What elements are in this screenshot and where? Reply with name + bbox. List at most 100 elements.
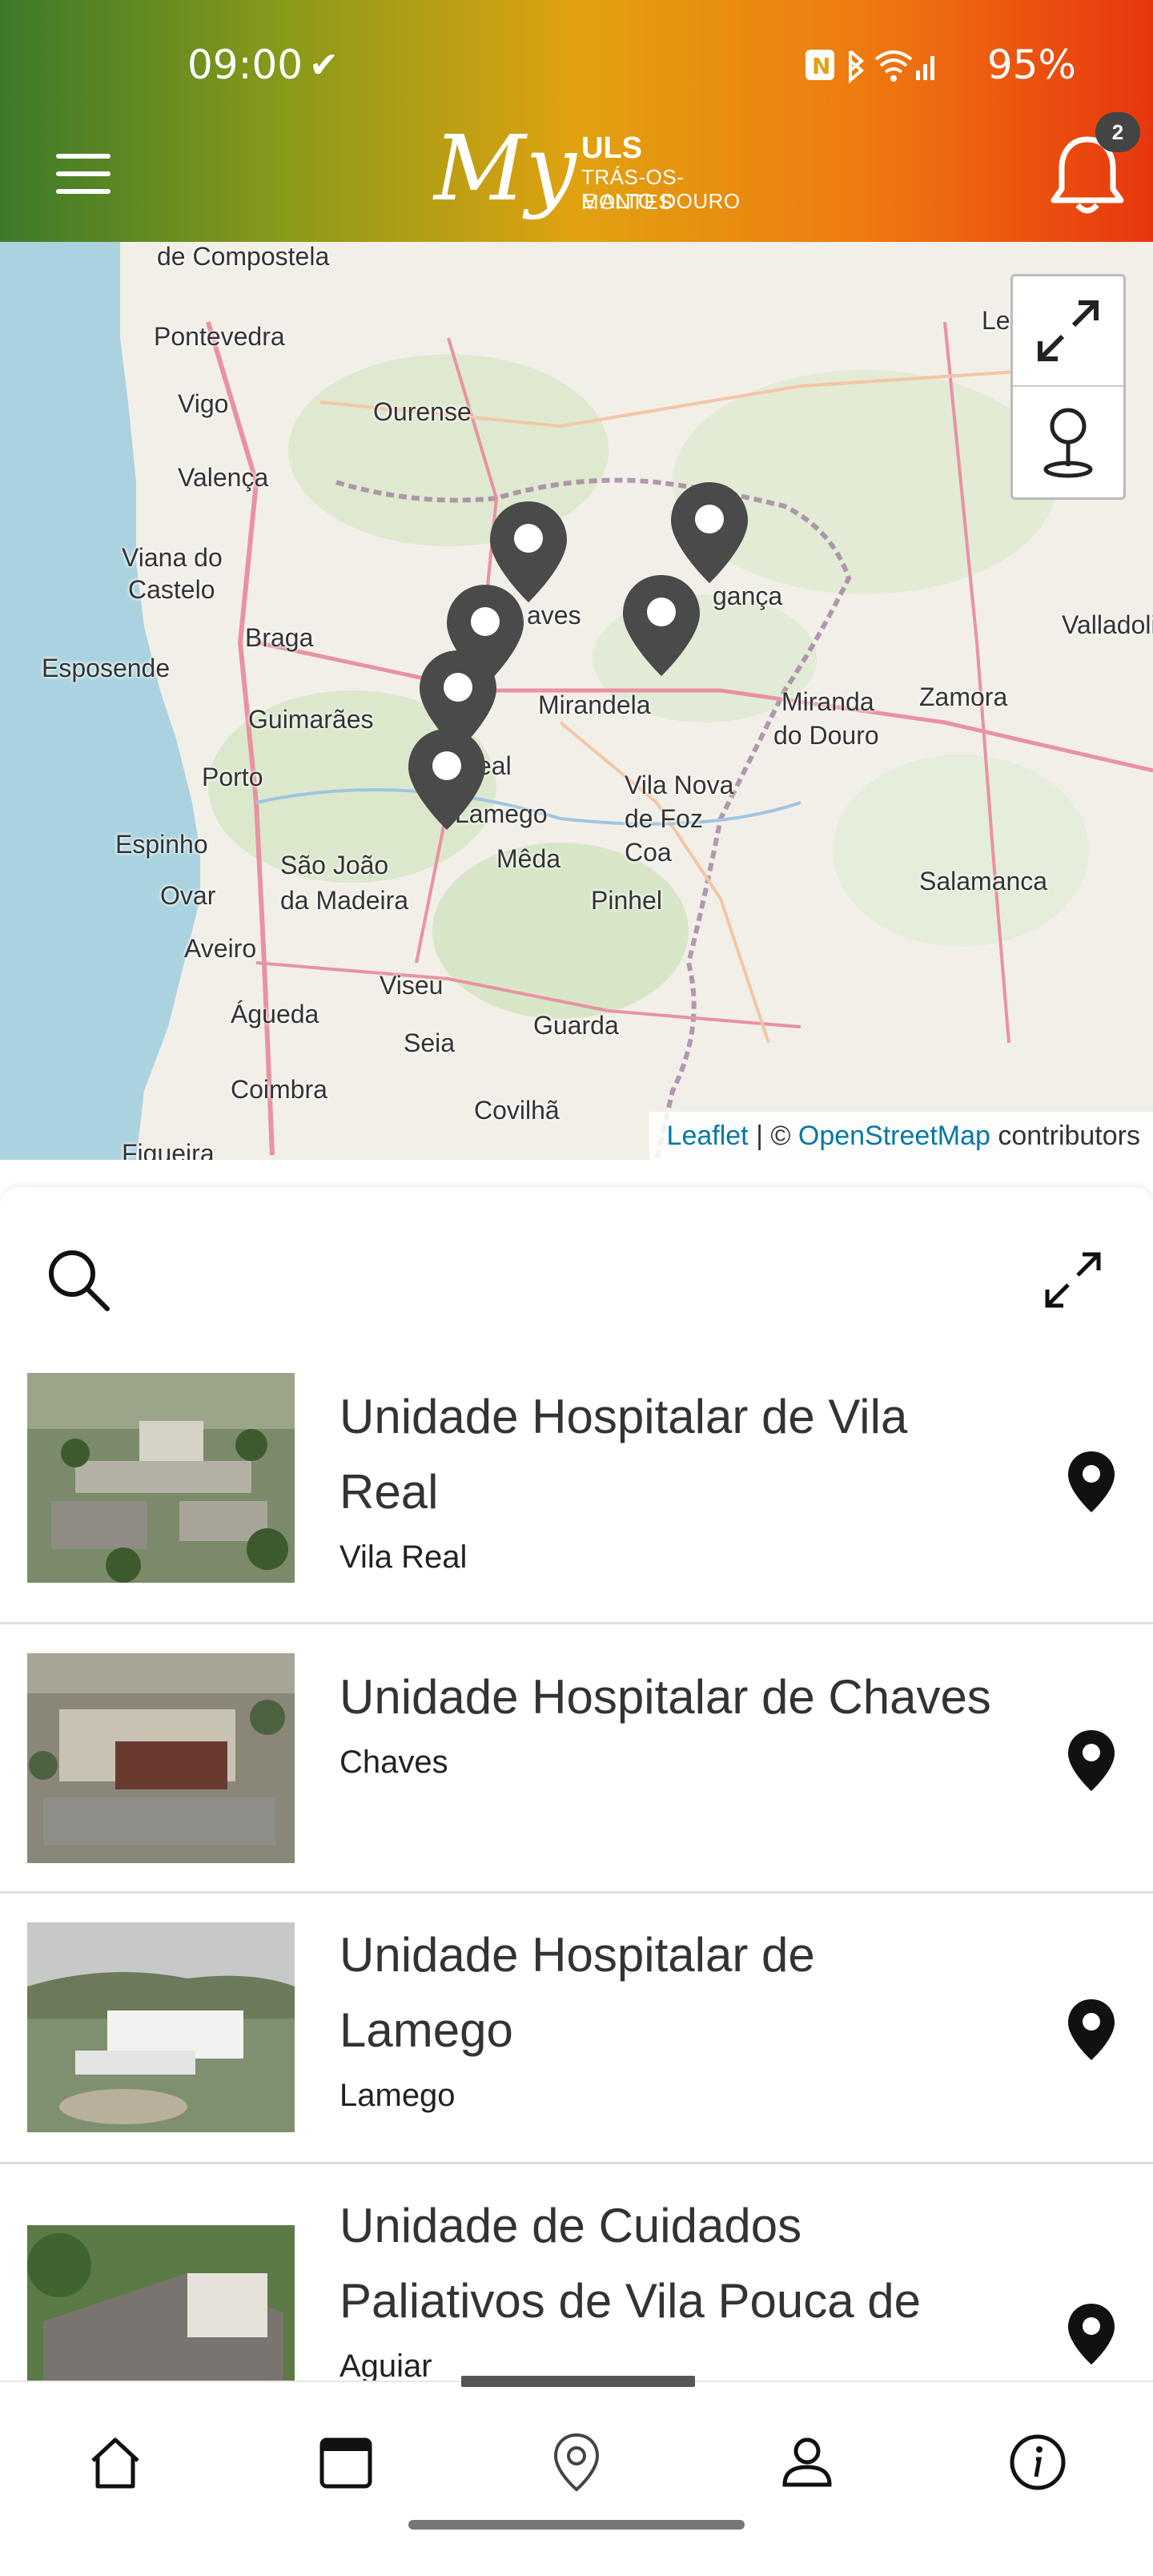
item-title: Unidade de Cuidados Paliativos de Vila P… bbox=[339, 2188, 1028, 2339]
map-label: de Compostela bbox=[157, 242, 330, 271]
map-label: do Douro bbox=[773, 721, 879, 750]
map-marker[interactable] bbox=[620, 572, 703, 679]
map-label: Le bbox=[982, 306, 1010, 335]
notification-badge: 2 bbox=[1095, 112, 1140, 152]
map-controls bbox=[1010, 274, 1126, 500]
map-label: Viana do bbox=[122, 543, 223, 572]
nav-home[interactable] bbox=[77, 2424, 154, 2501]
gesture-home-bar[interactable] bbox=[408, 2520, 745, 2530]
list-item[interactable]: Unidade Hospitalar de Vila Real Vila Rea… bbox=[0, 1355, 1153, 1624]
map-label: Coa bbox=[625, 838, 672, 867]
map-label: Covilhã bbox=[474, 1096, 560, 1125]
app-logo: My ULS TRÁS-OS-MONTES E ALTO DOURO bbox=[434, 117, 754, 229]
battery-level: 95% bbox=[986, 42, 1076, 88]
search-icon[interactable] bbox=[45, 1246, 112, 1314]
svg-text:N: N bbox=[812, 53, 830, 79]
locate-button[interactable] bbox=[1013, 387, 1123, 497]
map-label: Espinho bbox=[115, 830, 208, 859]
map-label: Pontevedra bbox=[154, 322, 285, 351]
info-icon bbox=[1010, 2434, 1066, 2490]
calendar-icon bbox=[319, 2437, 372, 2489]
map-label: Guarda bbox=[533, 1011, 619, 1040]
map-view[interactable]: de Compostela Pontevedra Ourense Vigo Va… bbox=[0, 242, 1153, 1160]
location-pin-icon[interactable] bbox=[1065, 1729, 1118, 1793]
item-subtitle: Aguiar bbox=[339, 2349, 432, 2381]
item-title-line2: Lamego bbox=[339, 2003, 513, 2057]
map-label: Ovar bbox=[160, 881, 216, 910]
item-title: Unidade Hospitalar de Lamego bbox=[339, 1918, 1028, 2068]
list-item[interactable]: Unidade de Cuidados Paliativos de Vila P… bbox=[0, 2164, 1153, 2381]
location-pin-icon[interactable] bbox=[1065, 1998, 1118, 2062]
fullscreen-icon bbox=[1038, 300, 1099, 361]
map-label: Pinhel bbox=[591, 886, 662, 915]
item-title-line2: Paliativos de Vila Pouca de bbox=[339, 2274, 922, 2328]
nav-profile[interactable] bbox=[769, 2424, 846, 2501]
map-label: Zamora bbox=[919, 682, 1008, 711]
attribution-separator: | © bbox=[748, 1121, 798, 1151]
home-icon bbox=[91, 2437, 139, 2489]
map-attribution: Leaflet | © OpenStreetMap contributors bbox=[649, 1112, 1153, 1160]
item-subtitle: Lamego bbox=[339, 2078, 456, 2113]
logo-my: My bbox=[434, 117, 576, 221]
map-label: Valladolid bbox=[1062, 610, 1153, 639]
logo-subtitle-2: E ALTO DOURO bbox=[581, 189, 741, 213]
fullscreen-button[interactable] bbox=[1013, 276, 1123, 387]
map-label: Mirandela bbox=[538, 690, 651, 719]
map-label: Vila Nova bbox=[625, 771, 734, 799]
status-icons: N bbox=[805, 50, 934, 84]
bottom-navigation bbox=[0, 2381, 1153, 2576]
map-label: Porto bbox=[202, 763, 263, 791]
locate-pin-icon bbox=[1043, 408, 1093, 478]
list-item[interactable]: Unidade Hospitalar de Chaves Chaves bbox=[0, 1624, 1153, 1894]
nav-info[interactable] bbox=[999, 2424, 1076, 2501]
map-marker[interactable] bbox=[668, 479, 751, 586]
attribution-tail: contributors bbox=[990, 1121, 1140, 1151]
leaflet-link[interactable]: Leaflet bbox=[667, 1121, 749, 1151]
item-title-line1: Unidade Hospitalar de bbox=[339, 1928, 815, 1982]
map-label: da Madeira bbox=[280, 886, 409, 915]
map-label: Águeda bbox=[231, 1000, 319, 1028]
nav-calendar[interactable] bbox=[307, 2424, 384, 2501]
osm-link[interactable]: OpenStreetMap bbox=[798, 1121, 990, 1151]
item-subtitle: Chaves bbox=[339, 1745, 448, 1780]
scroll-indicator bbox=[461, 2376, 695, 2387]
location-pin-icon[interactable] bbox=[1065, 2302, 1118, 2366]
map-label: Esposende bbox=[42, 654, 171, 682]
map-label: Valença bbox=[178, 463, 269, 492]
map-label: Salamanca bbox=[919, 867, 1048, 896]
map-label: Seia bbox=[404, 1028, 456, 1057]
location-icon bbox=[553, 2433, 600, 2492]
app-header: 09:00 ✔ N 95% My ULS TRÁS-OS-MONTES E AL… bbox=[0, 0, 1153, 242]
hospital-photo bbox=[27, 1373, 295, 1583]
map-label: Mêda bbox=[496, 844, 561, 873]
menu-button[interactable] bbox=[56, 151, 112, 197]
item-title-line1: Unidade Hospitalar de Vila bbox=[339, 1390, 908, 1443]
check-icon: ✔ bbox=[309, 46, 339, 85]
nav-locations[interactable] bbox=[538, 2424, 615, 2501]
map-label: Vigo bbox=[178, 389, 229, 418]
item-title: Unidade Hospitalar de Chaves bbox=[339, 1660, 1028, 1735]
location-pin-icon[interactable] bbox=[1065, 1450, 1118, 1514]
map-label: Miranda bbox=[781, 687, 874, 716]
hospital-photo bbox=[27, 1922, 295, 2132]
status-bar: 09:00 ✔ N 95% bbox=[0, 0, 1153, 135]
status-time: 09:00 bbox=[187, 42, 303, 88]
map-label: Ourense bbox=[373, 397, 472, 426]
map-label: Figueira bbox=[122, 1139, 215, 1160]
map-label: Aveiro bbox=[184, 934, 257, 963]
map-label: Viseu bbox=[380, 971, 444, 1000]
expand-icon[interactable] bbox=[1041, 1248, 1105, 1312]
map-label: São João bbox=[280, 851, 389, 879]
item-title-line1: Unidade Hospitalar de Chaves bbox=[339, 1670, 991, 1724]
map-label: Braga bbox=[245, 623, 314, 652]
user-icon bbox=[782, 2437, 832, 2487]
item-title-line2: Real bbox=[339, 1465, 439, 1519]
locations-list-panel: Unidade Hospitalar de Vila Real Vila Rea… bbox=[0, 1187, 1153, 2381]
item-title: Unidade Hospitalar de Vila Real bbox=[339, 1379, 1028, 1530]
map-label: Guimarães bbox=[248, 705, 374, 734]
logo-uls: ULS bbox=[581, 131, 642, 165]
item-subtitle: Vila Real bbox=[339, 1540, 468, 1575]
map-marker[interactable] bbox=[405, 726, 488, 833]
hospital-photo bbox=[27, 1653, 295, 1863]
list-item[interactable]: Unidade Hospitalar de Lamego Lamego bbox=[0, 1894, 1153, 2164]
